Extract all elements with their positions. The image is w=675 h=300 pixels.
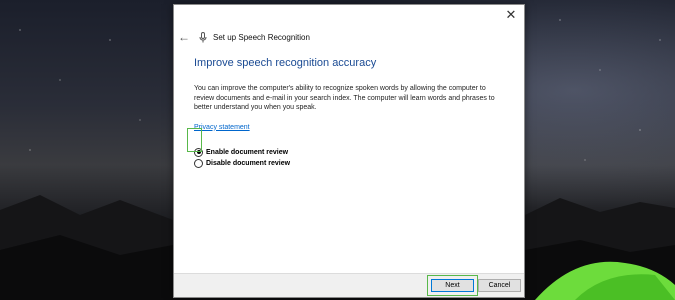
title-bar: ✕	[174, 5, 524, 27]
disable-document-review-option[interactable]: Disable document review	[194, 158, 504, 169]
enable-option-label: Enable document review	[206, 148, 289, 156]
cancel-button[interactable]: Cancel	[478, 279, 521, 292]
tent-graphic	[535, 261, 675, 300]
page-heading: Improve speech recognition accuracy	[194, 57, 377, 69]
microphone-icon	[197, 31, 209, 43]
description-text: You can improve the computer's ability t…	[194, 85, 495, 111]
navigation-bar: ← Set up Speech Recognition	[174, 27, 524, 47]
next-button[interactable]: Next	[431, 279, 474, 292]
document-review-options: Enable document review Disable document …	[194, 147, 504, 169]
radio-focus-highlight	[187, 128, 202, 152]
enable-document-review-option[interactable]: Enable document review	[194, 147, 504, 158]
dialog-title: Set up Speech Recognition	[213, 32, 310, 42]
disable-radio-button[interactable]	[194, 158, 203, 168]
disable-option-label: Disable document review	[206, 159, 291, 167]
dialog-footer: Next Cancel	[174, 273, 524, 297]
speech-setup-dialog: ✕ ← Set up Speech Recognition Improve sp…	[173, 4, 525, 298]
close-icon[interactable]: ✕	[500, 7, 522, 23]
dialog-content: Improve speech recognition accuracy You …	[174, 47, 524, 169]
privacy-statement-link[interactable]: Privacy statement	[194, 124, 250, 131]
back-arrow-icon[interactable]: ←	[177, 30, 191, 44]
